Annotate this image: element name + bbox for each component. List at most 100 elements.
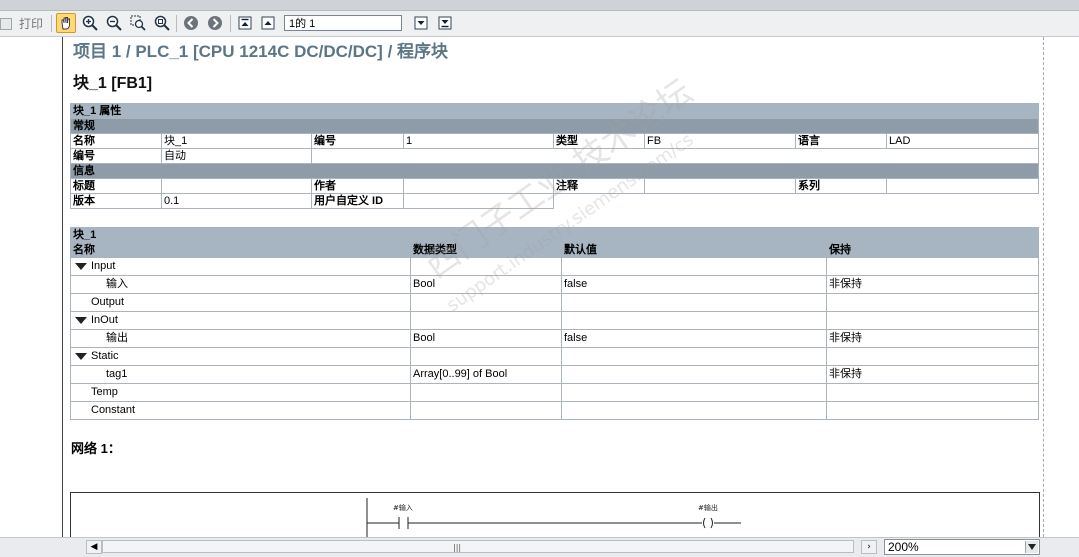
zoom-select[interactable]: 200% — [884, 539, 1040, 555]
last-page-icon — [438, 16, 452, 30]
language-value: LAD — [885, 133, 1040, 149]
window-top-border — [0, 0, 1079, 11]
coil-right — [710, 517, 713, 529]
interface-row: InOut — [70, 311, 1039, 330]
block-interface-table: 块_1 名称 数据类型 默认值 保持 Input 输入 Bool false 非保持 Ou… — [70, 227, 1039, 420]
zoom-fit-icon — [154, 15, 170, 31]
column-header-default: 默认值 — [561, 242, 827, 258]
scroll-grip-icon: ||| — [453, 543, 462, 552]
zoom-area-icon — [130, 15, 146, 31]
next-page-icon — [414, 16, 428, 30]
interface-name: Temp — [91, 386, 118, 398]
print-button[interactable]: 打印 — [0, 15, 43, 32]
interface-retain-cell — [826, 347, 1039, 366]
interface-name: InOut — [91, 314, 118, 326]
zoom-out-icon — [106, 15, 122, 31]
family-value — [885, 178, 1040, 194]
page-breadcrumb: 项目 1 / PLC_1 [CPU 1214C DC/DC/DC] / 程序块 — [73, 42, 449, 61]
interface-row: Constant — [70, 401, 1039, 420]
interface-row: 输出 Bool false 非保持 — [70, 329, 1039, 348]
zoom-in-button[interactable] — [80, 13, 100, 33]
interface-type-cell: Array[0..99] of Bool — [410, 365, 562, 384]
scroll-right-button[interactable]: › — [861, 540, 877, 554]
zoom-in-icon — [82, 15, 98, 31]
interface-retain-cell — [826, 293, 1039, 312]
language-label: 语言 — [795, 133, 887, 149]
zoom-out-button[interactable] — [104, 13, 124, 33]
interface-type-cell — [410, 293, 562, 312]
left-gutter — [0, 37, 62, 537]
interface-retain-cell — [826, 401, 1039, 420]
printer-icon — [0, 17, 12, 30]
general-header: 常规 — [69, 118, 1040, 134]
interface-name-cell: tag1 — [70, 365, 411, 384]
interface-row: tag1 Array[0..99] of Bool 非保持 — [70, 365, 1039, 384]
interface-name: 输出 — [106, 332, 128, 344]
properties-header-row: 块_1 属性 — [69, 103, 1040, 119]
interface-name: Input — [91, 260, 116, 272]
interface-default-cell: false — [561, 329, 827, 348]
interface-name-cell: 输出 — [70, 329, 411, 348]
column-header-retain: 保持 — [826, 242, 1039, 258]
pan-hand-button[interactable] — [56, 13, 76, 33]
previous-page-icon — [261, 16, 275, 30]
numbering-label: 编号 — [70, 148, 162, 164]
page-number-input[interactable]: 1的 1 — [284, 15, 402, 31]
family-label: 系列 — [795, 178, 887, 194]
interface-retain-cell: 非保持 — [826, 275, 1039, 294]
right-gutter — [1043, 37, 1079, 537]
interface-type-cell — [410, 401, 562, 420]
zoom-fit-button[interactable] — [152, 13, 172, 33]
interface-name-cell: 输入 — [70, 275, 411, 294]
back-button[interactable] — [181, 13, 201, 33]
interface-name: Constant — [91, 404, 136, 416]
column-header-name: 名称 — [70, 242, 411, 258]
version-value: 0.1 — [161, 193, 312, 209]
expand-triangle-icon[interactable] — [75, 352, 87, 360]
interface-default-cell — [561, 257, 827, 276]
print-label: 打印 — [19, 17, 44, 31]
title-label: 标题 — [70, 178, 162, 194]
title-value — [161, 178, 312, 194]
first-page-icon — [238, 16, 252, 30]
coil-tag: #输出 — [698, 503, 718, 512]
print-preview-toolbar: 打印 1的 1 — [0, 11, 1079, 37]
previous-page-button[interactable] — [258, 13, 278, 33]
status-bar: ◀ ||| › 200% — [0, 537, 1079, 557]
comment-value — [644, 178, 796, 194]
toolbar-separator — [230, 15, 231, 32]
scroll-left-button[interactable]: ◀ — [86, 540, 102, 554]
horizontal-scrollbar[interactable]: ||| — [102, 540, 854, 553]
next-page-button[interactable] — [411, 13, 431, 33]
interface-name-cell: Temp — [70, 383, 411, 402]
zoom-area-button[interactable] — [128, 13, 148, 33]
contact-tag: #输入 — [393, 503, 413, 512]
ladder-diagram: #输入 #输出 — [366, 498, 741, 537]
print-preview-page: 项目 1 / PLC_1 [CPU 1214C DC/DC/DC] / 程序块 … — [62, 37, 1044, 537]
version-label: 版本 — [70, 193, 162, 209]
forward-button[interactable] — [205, 13, 225, 33]
general-section-row: 常规 — [69, 118, 1040, 134]
interface-default-cell — [561, 311, 827, 330]
chevron-down-icon — [1025, 541, 1038, 553]
interface-name-cell: Input — [70, 257, 411, 276]
coil-left — [703, 517, 706, 529]
interface-name-cell: InOut — [70, 311, 411, 330]
interface-default-cell — [561, 365, 827, 384]
last-page-button[interactable] — [435, 13, 455, 33]
expand-triangle-icon[interactable] — [75, 316, 87, 324]
interface-type-cell — [410, 347, 562, 366]
interface-row: Temp — [70, 383, 1039, 402]
author-label: 作者 — [311, 178, 404, 194]
interface-retain-cell: 非保持 — [826, 329, 1039, 348]
first-page-button[interactable] — [235, 13, 255, 33]
interface-type-cell — [410, 311, 562, 330]
number-value: 1 — [403, 133, 554, 149]
interface-name: tag1 — [106, 368, 128, 380]
name-label: 名称 — [70, 133, 162, 149]
interface-rows: Input 输入 Bool false 非保持 Output InOut 输出 Bool fals… — [70, 257, 1039, 420]
expand-triangle-icon[interactable] — [75, 262, 87, 270]
toolbar-separator — [176, 15, 177, 32]
name-value: 块_1 — [161, 133, 312, 149]
userid-label: 用户自定义 ID — [311, 193, 404, 209]
